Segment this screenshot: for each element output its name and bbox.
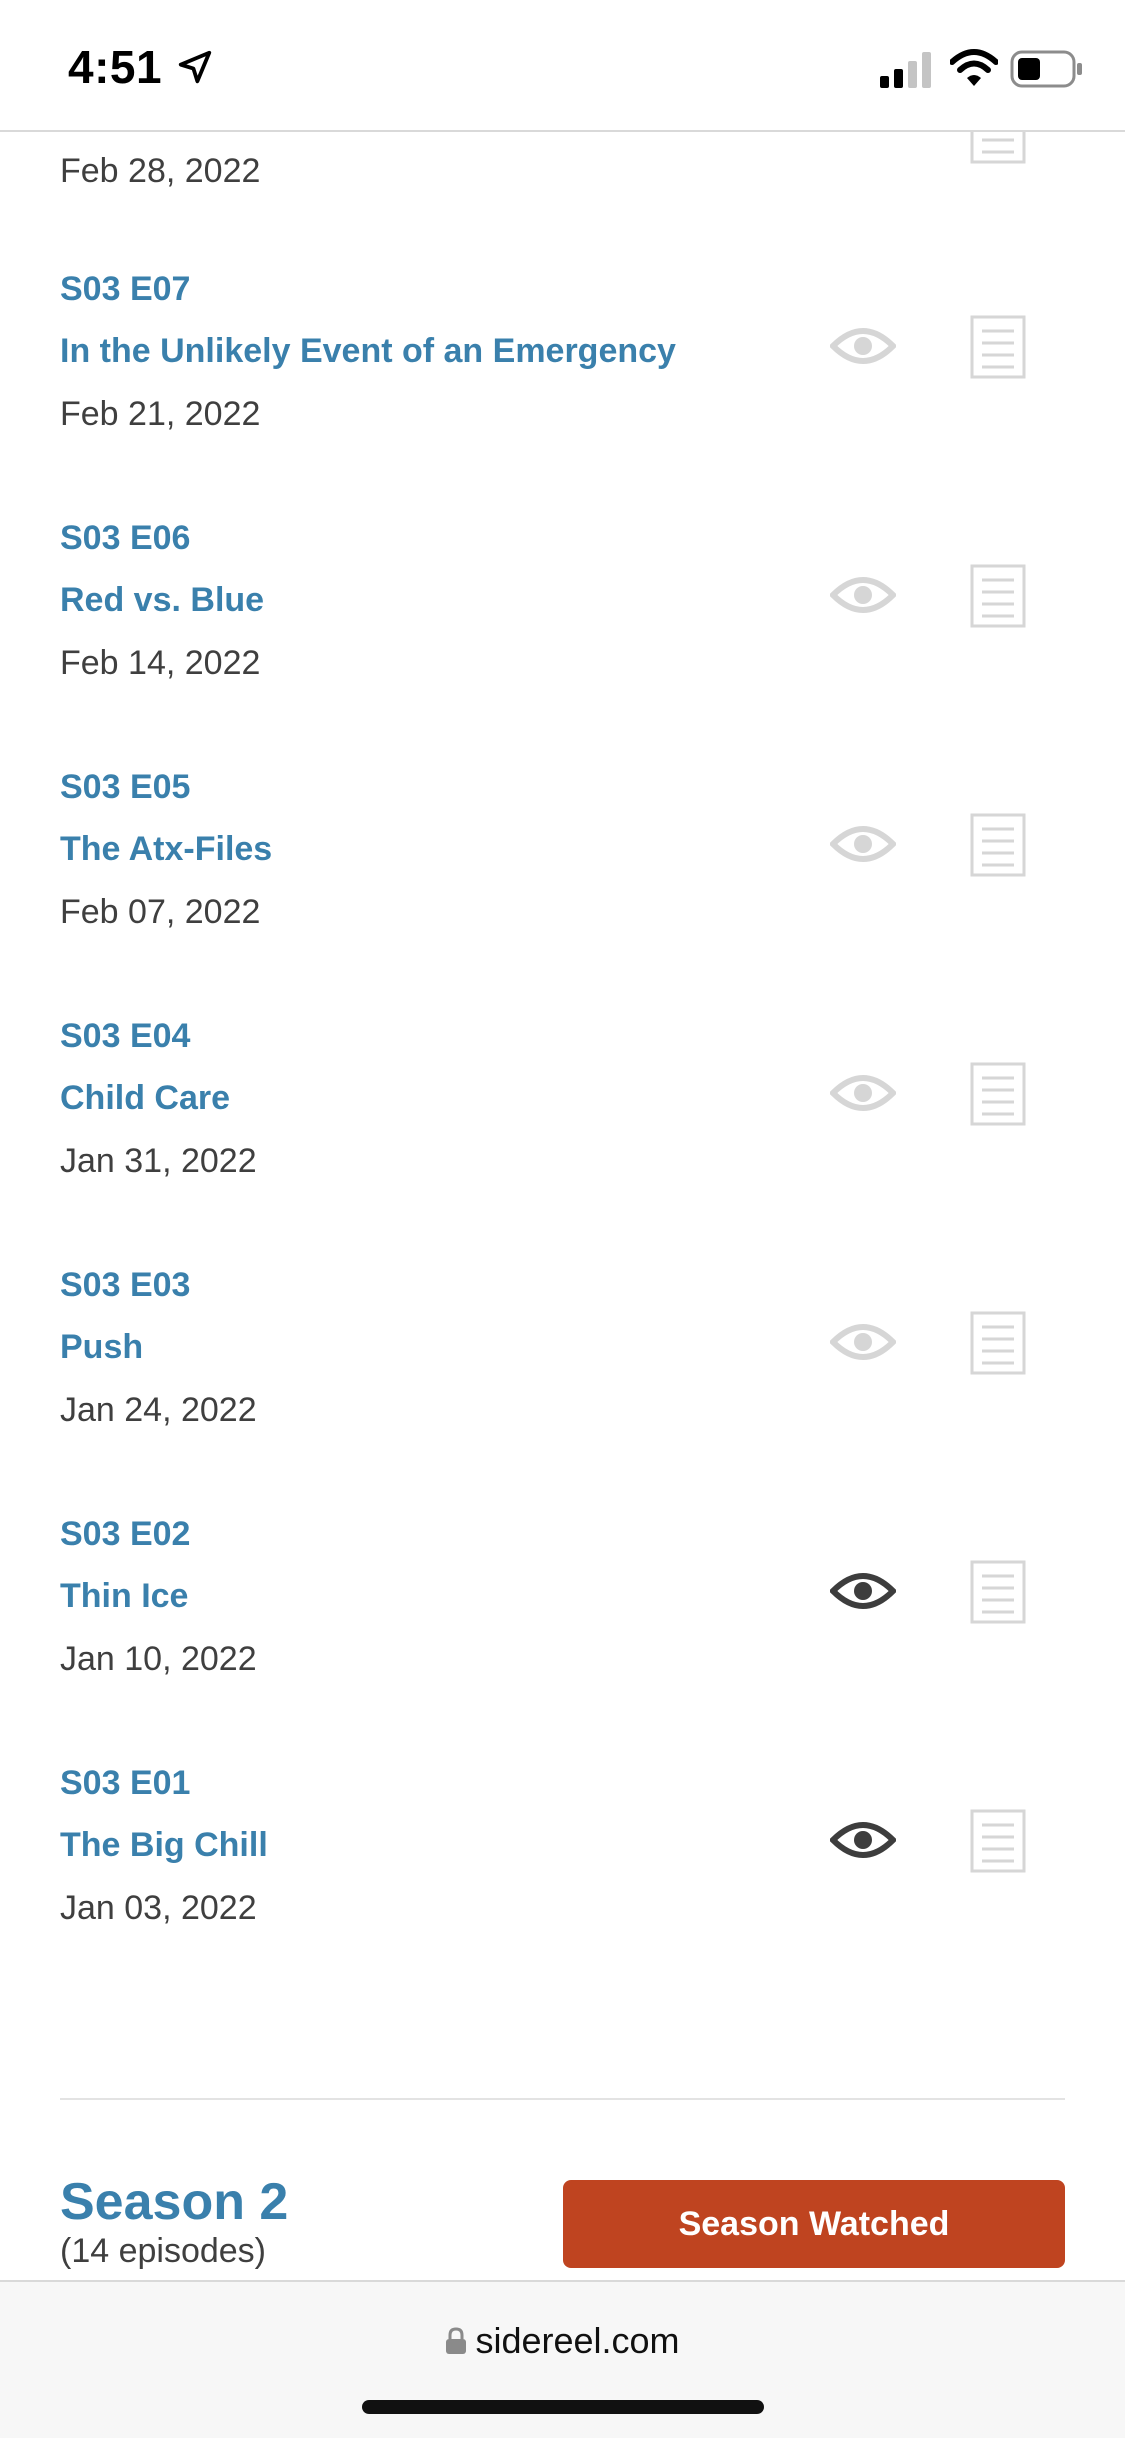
episode-title[interactable]: Push bbox=[60, 1328, 143, 1367]
episode-row[interactable]: S03 E06 Red vs. Blue Feb 14, 2022 bbox=[0, 519, 1125, 768]
partial-episode-row[interactable]: Feb 28, 2022 bbox=[0, 132, 1125, 252]
eye-icon[interactable] bbox=[830, 1318, 896, 1366]
episode-row[interactable]: S03 E04 Child Care Jan 31, 2022 bbox=[0, 1017, 1125, 1266]
battery-icon bbox=[1010, 50, 1082, 88]
season-episode-count: (14 episodes) bbox=[60, 2232, 267, 2270]
url-container[interactable]: sidereel.com bbox=[0, 2320, 1125, 2362]
episode-title[interactable]: The Big Chill bbox=[60, 1826, 268, 1865]
episode-title[interactable]: Thin Ice bbox=[60, 1577, 188, 1616]
season-title[interactable]: Season 2 bbox=[60, 2172, 288, 2232]
eye-icon[interactable] bbox=[830, 820, 896, 868]
episode-title[interactable]: Red vs. Blue bbox=[60, 581, 264, 620]
episode-date: Feb 28, 2022 bbox=[60, 152, 261, 190]
episode-date: Jan 24, 2022 bbox=[60, 1391, 257, 1429]
episode-date: Jan 31, 2022 bbox=[60, 1142, 257, 1180]
eye-icon[interactable] bbox=[830, 322, 896, 370]
episode-title[interactable]: The Atx-Files bbox=[60, 830, 272, 869]
notes-icon[interactable] bbox=[970, 564, 1026, 628]
notes-icon[interactable] bbox=[970, 132, 1026, 164]
status-bar: 4:51 bbox=[0, 0, 1125, 132]
episode-list[interactable]: Feb 28, 2022 S03 E07 In the Unlikely Eve… bbox=[0, 132, 1125, 2278]
notes-icon[interactable] bbox=[970, 813, 1026, 877]
episode-date: Feb 21, 2022 bbox=[60, 395, 261, 433]
eye-icon[interactable] bbox=[830, 1567, 896, 1615]
location-arrow-icon bbox=[178, 50, 212, 84]
episode-date: Feb 14, 2022 bbox=[60, 644, 261, 682]
episode-date: Jan 03, 2022 bbox=[60, 1889, 257, 1927]
episode-row[interactable]: S03 E03 Push Jan 24, 2022 bbox=[0, 1266, 1125, 1515]
episode-code[interactable]: S03 E05 bbox=[60, 768, 190, 807]
notes-icon[interactable] bbox=[970, 1062, 1026, 1126]
episode-title[interactable]: In the Unlikely Event of an Emergency bbox=[60, 332, 676, 371]
episode-row[interactable]: S03 E05 The Atx-Files Feb 07, 2022 bbox=[0, 768, 1125, 1017]
episode-row[interactable]: S03 E02 Thin Ice Jan 10, 2022 bbox=[0, 1515, 1125, 1764]
section-divider bbox=[60, 2098, 1065, 2100]
notes-icon[interactable] bbox=[970, 1809, 1026, 1873]
episode-code[interactable]: S03 E01 bbox=[60, 1764, 190, 1803]
url-text[interactable]: sidereel.com bbox=[475, 2320, 679, 2362]
episode-row[interactable]: S03 E01 The Big Chill Jan 03, 2022 bbox=[0, 1764, 1125, 2013]
episode-code[interactable]: S03 E02 bbox=[60, 1515, 190, 1554]
season-watched-button[interactable]: Season Watched bbox=[563, 2180, 1065, 2268]
home-indicator[interactable] bbox=[362, 2400, 764, 2414]
episode-row[interactable]: S03 E07 In the Unlikely Event of an Emer… bbox=[0, 270, 1125, 519]
eye-icon[interactable] bbox=[830, 1816, 896, 1864]
episode-date: Jan 10, 2022 bbox=[60, 1640, 257, 1678]
episode-code[interactable]: S03 E03 bbox=[60, 1266, 190, 1305]
notes-icon[interactable] bbox=[970, 1560, 1026, 1624]
wifi-icon bbox=[950, 49, 998, 86]
eye-icon[interactable] bbox=[830, 571, 896, 619]
browser-address-bar[interactable]: sidereel.com bbox=[0, 2280, 1125, 2438]
notes-icon[interactable] bbox=[970, 315, 1026, 379]
episode-date: Feb 07, 2022 bbox=[60, 893, 261, 931]
lock-icon bbox=[446, 2327, 467, 2354]
episode-title[interactable]: Child Care bbox=[60, 1079, 230, 1118]
episode-code[interactable]: S03 E06 bbox=[60, 519, 190, 558]
cellular-signal-icon bbox=[880, 52, 931, 88]
episode-code[interactable]: S03 E07 bbox=[60, 270, 190, 309]
eye-icon[interactable] bbox=[830, 1069, 896, 1117]
notes-icon[interactable] bbox=[970, 1311, 1026, 1375]
status-time: 4:51 bbox=[68, 41, 163, 93]
episode-code[interactable]: S03 E04 bbox=[60, 1017, 190, 1056]
